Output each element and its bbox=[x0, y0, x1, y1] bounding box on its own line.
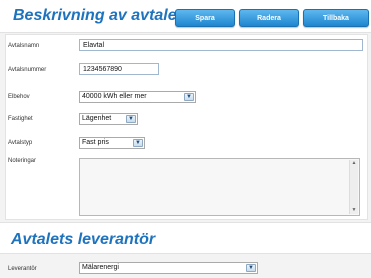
scroll-up-icon[interactable]: ▲ bbox=[350, 160, 358, 167]
property-label: Fastighet bbox=[8, 116, 33, 122]
chevron-down-icon[interactable]: ▼ bbox=[126, 115, 136, 123]
power-need-label: Elbehov bbox=[8, 94, 30, 100]
property-value: Lägenhet bbox=[82, 115, 112, 122]
page: Beskrivning av avtalet Spara Radera Till… bbox=[0, 0, 371, 278]
description-header: Beskrivning av avtalet Spara Radera Till… bbox=[0, 0, 371, 33]
notes-textarea[interactable]: ▲ ▼ bbox=[79, 158, 360, 216]
back-button[interactable]: Tillbaka bbox=[303, 9, 369, 27]
agreement-name-label: Avtalsnamn bbox=[8, 43, 40, 49]
agreement-name-field[interactable]: Elavtal bbox=[79, 39, 363, 51]
notes-label: Noteringar bbox=[8, 158, 37, 164]
agreement-type-select[interactable]: Fast pris ▼ bbox=[79, 137, 145, 149]
supplier-value: Mälarenergi bbox=[82, 264, 119, 271]
power-need-select[interactable]: 40000 kWh eller mer ▼ bbox=[79, 91, 196, 103]
supplier-select[interactable]: Mälarenergi ▼ bbox=[79, 262, 258, 274]
save-button[interactable]: Spara bbox=[175, 9, 235, 27]
delete-button[interactable]: Radera bbox=[239, 9, 299, 27]
supplier-label: Leverantör bbox=[8, 266, 37, 272]
agreement-type-value: Fast pris bbox=[82, 139, 109, 146]
page-title: Beskrivning av avtalet bbox=[13, 7, 182, 24]
scroll-down-icon[interactable]: ▼ bbox=[350, 207, 358, 214]
chevron-down-icon[interactable]: ▼ bbox=[184, 93, 194, 101]
agreement-type-label: Avtalstyp bbox=[8, 140, 33, 146]
property-select[interactable]: Lägenhet ▼ bbox=[79, 113, 138, 125]
notes-scrollbar[interactable]: ▲ ▼ bbox=[349, 160, 358, 214]
chevron-down-icon[interactable]: ▼ bbox=[246, 264, 256, 272]
power-need-value: 40000 kWh eller mer bbox=[82, 93, 147, 100]
agreement-number-label: Avtalsnummer bbox=[8, 67, 47, 73]
supplier-section-title: Avtalets leverantör bbox=[11, 231, 156, 248]
supplier-header: Avtalets leverantör bbox=[0, 222, 371, 254]
agreement-number-field[interactable]: 1234567890 bbox=[79, 63, 159, 75]
chevron-down-icon[interactable]: ▼ bbox=[133, 139, 143, 147]
